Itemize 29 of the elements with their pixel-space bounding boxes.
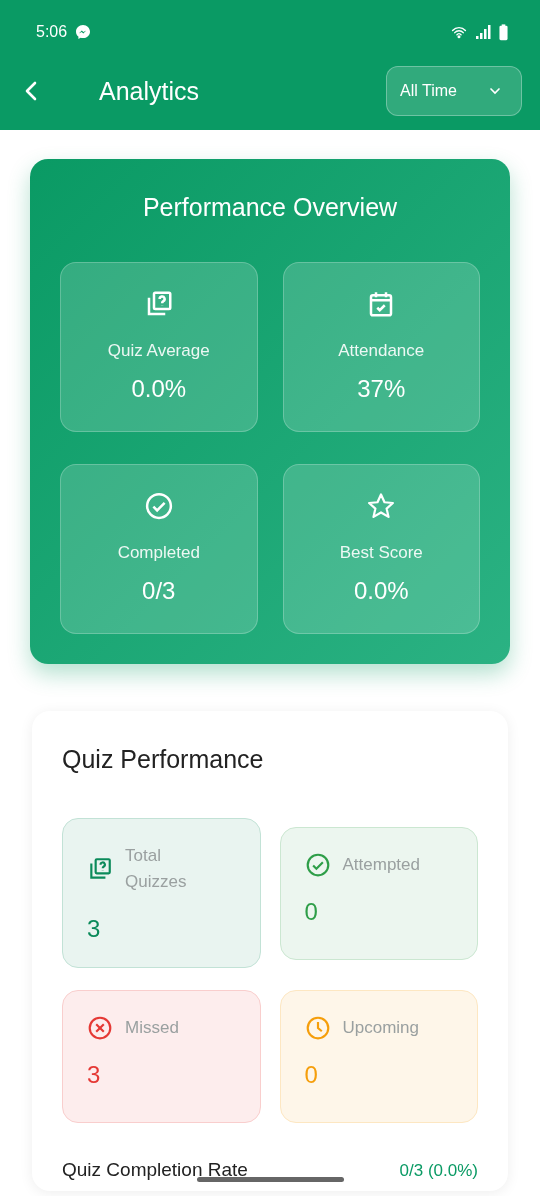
wifi-icon xyxy=(451,24,467,40)
battery-icon xyxy=(499,23,508,41)
card-title: Quiz Performance xyxy=(62,745,265,774)
stat-value: 0/3 xyxy=(142,577,176,605)
stat-label: Quiz Average xyxy=(107,341,210,361)
star-icon xyxy=(366,491,397,521)
stat-label: Missed xyxy=(125,1017,179,1039)
check-circle-icon xyxy=(143,491,174,521)
stat-label: Attendance xyxy=(338,341,425,361)
stat-label: Attempted xyxy=(342,853,420,876)
stat-label: Best Score xyxy=(339,543,423,563)
stat-value: 0.0% xyxy=(131,375,187,403)
period-dropdown[interactable]: All Time xyxy=(386,66,522,116)
stat-label: Completed xyxy=(117,543,200,563)
stat-value: 3 xyxy=(87,915,102,943)
stat-value: 3 xyxy=(87,1061,102,1089)
stat-value: 0 xyxy=(304,1061,319,1089)
completion-label: Quiz Completion Rate xyxy=(62,1159,248,1181)
messenger-icon xyxy=(75,24,92,40)
stat-label: Total Quizzes xyxy=(125,845,188,893)
card-title: Performance Overview xyxy=(141,193,399,222)
stat-value: 37% xyxy=(357,375,406,403)
stat-value: 0.0% xyxy=(353,577,409,605)
signal-icon xyxy=(475,24,491,40)
stat-label: Upcoming xyxy=(342,1017,420,1039)
status-time: 5:06 xyxy=(36,23,68,41)
stat-value: 0 xyxy=(304,897,319,926)
page-title: Analytics xyxy=(99,76,201,106)
completion-value: 0/3 (0.0%) xyxy=(399,1161,478,1181)
